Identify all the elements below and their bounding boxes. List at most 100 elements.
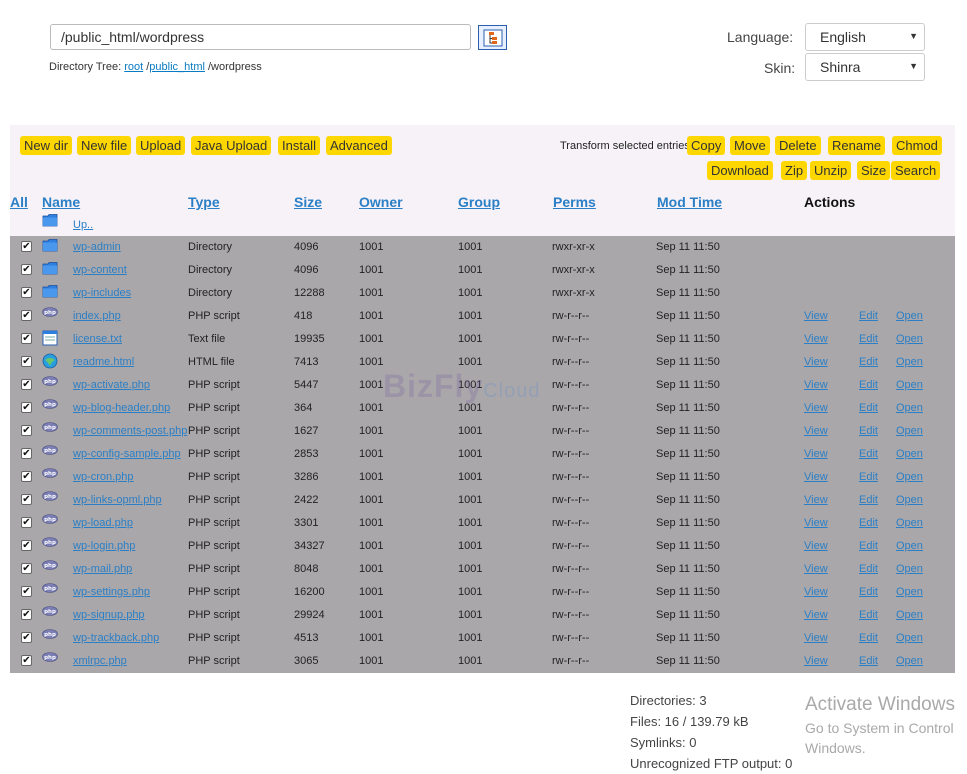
view-link[interactable]: View: [804, 655, 828, 667]
edit-link[interactable]: Edit: [859, 517, 878, 529]
edit-link[interactable]: Edit: [859, 632, 878, 644]
row-checkbox[interactable]: ✔: [21, 586, 32, 597]
open-link[interactable]: Open: [896, 517, 923, 529]
row-checkbox[interactable]: ✔: [21, 563, 32, 574]
file-name-link[interactable]: license.txt: [73, 333, 122, 345]
view-link[interactable]: View: [804, 425, 828, 437]
view-link[interactable]: View: [804, 517, 828, 529]
file-name-link[interactable]: wp-signup.php: [73, 609, 145, 621]
file-name-link[interactable]: wp-cron.php: [73, 471, 134, 483]
file-name-link[interactable]: wp-trackback.php: [73, 632, 159, 644]
view-link[interactable]: View: [804, 563, 828, 575]
row-checkbox[interactable]: ✔: [21, 264, 32, 275]
search-button[interactable]: Search: [891, 161, 941, 180]
delete-button[interactable]: Delete: [775, 136, 821, 155]
row-checkbox[interactable]: ✔: [21, 425, 32, 436]
edit-link[interactable]: Edit: [859, 494, 878, 506]
select-all-link[interactable]: All: [10, 194, 28, 210]
file-name-link[interactable]: wp-content: [73, 264, 127, 276]
path-input[interactable]: [50, 24, 471, 50]
chmod-button[interactable]: Chmod: [892, 136, 942, 155]
column-header-size[interactable]: Size: [294, 194, 322, 210]
java-upload-button[interactable]: Java Upload: [191, 136, 272, 155]
row-checkbox[interactable]: ✔: [21, 517, 32, 528]
row-checkbox[interactable]: ✔: [21, 471, 32, 482]
row-checkbox[interactable]: ✔: [21, 632, 32, 643]
row-checkbox[interactable]: ✔: [21, 655, 32, 666]
file-name-link[interactable]: xmlrpc.php: [73, 655, 127, 667]
view-link[interactable]: View: [804, 310, 828, 322]
move-button[interactable]: Move: [730, 136, 770, 155]
open-link[interactable]: Open: [896, 448, 923, 460]
view-link[interactable]: View: [804, 379, 828, 391]
size-button[interactable]: Size: [857, 161, 891, 180]
edit-link[interactable]: Edit: [859, 310, 878, 322]
edit-link[interactable]: Edit: [859, 356, 878, 368]
copy-button[interactable]: Copy: [687, 136, 726, 155]
crumb-public-html[interactable]: public_html: [149, 61, 205, 73]
row-checkbox[interactable]: ✔: [21, 379, 32, 390]
open-link[interactable]: Open: [896, 609, 923, 621]
view-link[interactable]: View: [804, 609, 828, 621]
edit-link[interactable]: Edit: [859, 333, 878, 345]
view-link[interactable]: View: [804, 632, 828, 644]
skin-select[interactable]: Shinra ▼: [805, 53, 925, 81]
column-header-mod-time[interactable]: Mod Time: [657, 194, 722, 210]
edit-link[interactable]: Edit: [859, 586, 878, 598]
file-name-link[interactable]: index.php: [73, 310, 121, 322]
row-checkbox[interactable]: ✔: [21, 333, 32, 344]
edit-link[interactable]: Edit: [859, 471, 878, 483]
edit-link[interactable]: Edit: [859, 379, 878, 391]
edit-link[interactable]: Edit: [859, 402, 878, 414]
new-file-button[interactable]: New file: [77, 136, 132, 155]
directory-tree-button[interactable]: [478, 25, 507, 50]
view-link[interactable]: View: [804, 586, 828, 598]
open-link[interactable]: Open: [896, 402, 923, 414]
file-name-link[interactable]: wp-includes: [73, 287, 131, 299]
view-link[interactable]: View: [804, 333, 828, 345]
open-link[interactable]: Open: [896, 425, 923, 437]
open-link[interactable]: Open: [896, 471, 923, 483]
open-link[interactable]: Open: [896, 310, 923, 322]
row-checkbox[interactable]: ✔: [21, 540, 32, 551]
file-name-link[interactable]: wp-settings.php: [73, 586, 150, 598]
open-link[interactable]: Open: [896, 586, 923, 598]
row-checkbox[interactable]: ✔: [21, 241, 32, 252]
edit-link[interactable]: Edit: [859, 563, 878, 575]
edit-link[interactable]: Edit: [859, 448, 878, 460]
open-link[interactable]: Open: [896, 494, 923, 506]
new-dir-button[interactable]: New dir: [20, 136, 73, 155]
file-name-link[interactable]: wp-comments-post.php: [73, 425, 187, 437]
column-header-name[interactable]: Name: [42, 194, 80, 210]
file-name-link[interactable]: wp-admin: [73, 241, 121, 253]
open-link[interactable]: Open: [896, 632, 923, 644]
row-checkbox[interactable]: ✔: [21, 494, 32, 505]
row-checkbox[interactable]: ✔: [21, 609, 32, 620]
file-name-link[interactable]: wp-activate.php: [73, 379, 150, 391]
language-select[interactable]: English ▼: [805, 23, 925, 51]
upload-button[interactable]: Upload: [136, 136, 186, 155]
row-checkbox[interactable]: ✔: [21, 402, 32, 413]
column-header-owner[interactable]: Owner: [359, 194, 403, 210]
open-link[interactable]: Open: [896, 540, 923, 552]
edit-link[interactable]: Edit: [859, 425, 878, 437]
view-link[interactable]: View: [804, 540, 828, 552]
file-name-link[interactable]: wp-links-opml.php: [73, 494, 162, 506]
open-link[interactable]: Open: [896, 655, 923, 667]
file-name-link[interactable]: readme.html: [73, 356, 134, 368]
view-link[interactable]: View: [804, 356, 828, 368]
column-header-type[interactable]: Type: [188, 194, 220, 210]
open-link[interactable]: Open: [896, 563, 923, 575]
open-link[interactable]: Open: [896, 356, 923, 368]
zip-button[interactable]: Zip: [781, 161, 808, 180]
up-directory-link[interactable]: Up..: [73, 219, 93, 231]
crumb-root[interactable]: root: [124, 61, 143, 73]
edit-link[interactable]: Edit: [859, 609, 878, 621]
file-name-link[interactable]: wp-blog-header.php: [73, 402, 170, 414]
view-link[interactable]: View: [804, 494, 828, 506]
file-name-link[interactable]: wp-config-sample.php: [73, 448, 181, 460]
download-button[interactable]: Download: [707, 161, 773, 180]
column-header-perms[interactable]: Perms: [553, 194, 596, 210]
view-link[interactable]: View: [804, 471, 828, 483]
open-link[interactable]: Open: [896, 333, 923, 345]
